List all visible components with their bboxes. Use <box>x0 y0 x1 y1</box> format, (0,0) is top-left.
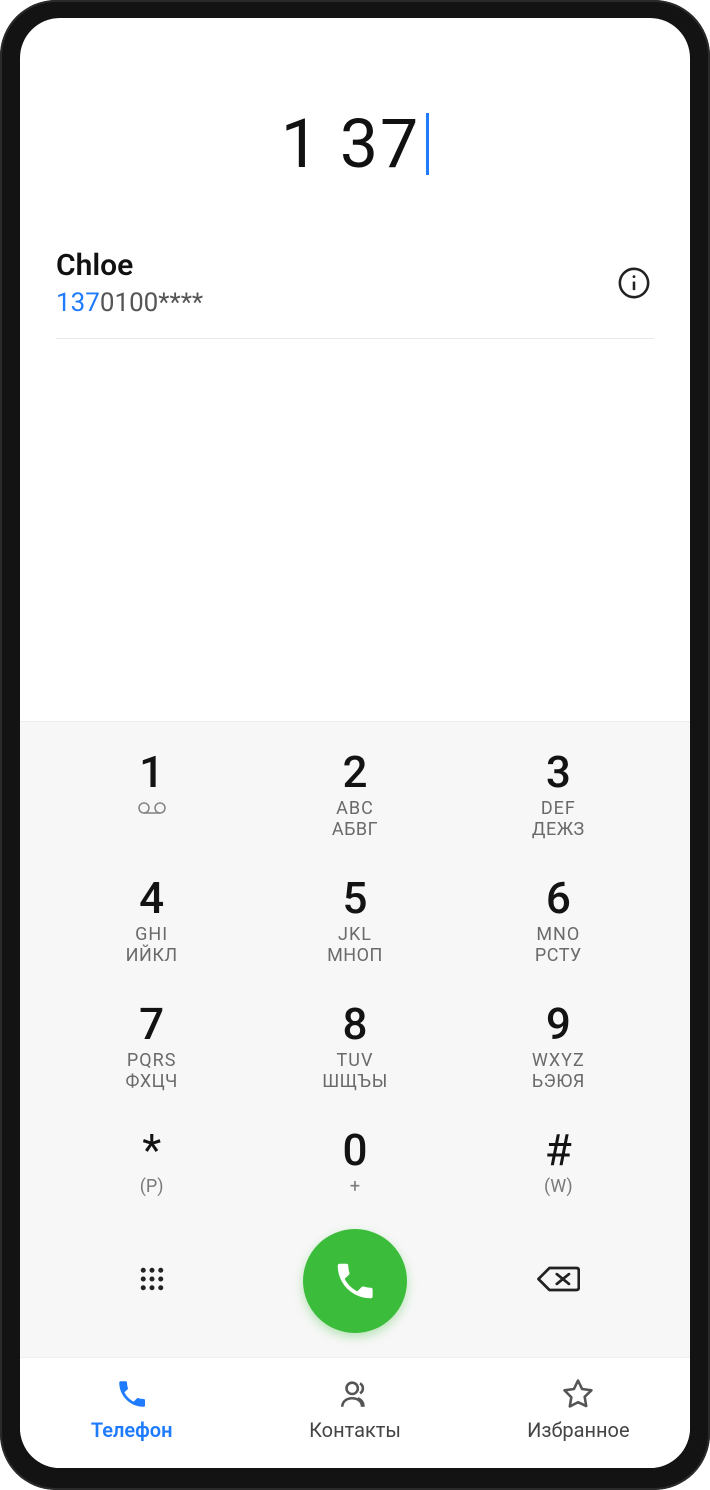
text-cursor <box>426 113 429 175</box>
call-button[interactable] <box>303 1229 407 1333</box>
nav-label-contacts: Контакты <box>309 1418 401 1442</box>
contact-name: Chloe <box>56 248 614 284</box>
bottom-navigation: Телефон Контакты <box>20 1357 690 1468</box>
nav-label-phone: Телефон <box>91 1418 173 1442</box>
dial-key-*[interactable]: * (P) <box>50 1110 253 1211</box>
dial-key-6[interactable]: 6 MNOРСТУ <box>457 858 660 980</box>
contact-suggestions: Chloe 1370100**** <box>20 204 690 339</box>
contact-number-match: 137 <box>56 288 100 318</box>
dial-key-sub2: АБВГ <box>253 819 456 840</box>
dial-key-sub1: (P) <box>50 1176 253 1197</box>
dial-key-digit: 6 <box>457 876 660 920</box>
contacts-icon <box>337 1376 373 1412</box>
nav-label-favorites: Избранное <box>527 1418 630 1442</box>
dial-key-sub1: WXYZ <box>457 1050 660 1071</box>
star-icon <box>560 1376 596 1412</box>
dial-key-sub1: GHI <box>50 924 253 945</box>
dial-key-sub1: JKL <box>253 924 456 945</box>
dial-key-sub2: РСТУ <box>457 945 660 966</box>
dial-key-sub2: ИЙКЛ <box>50 945 253 966</box>
dial-key-digit: 8 <box>253 1002 456 1046</box>
dial-key-digit: # <box>457 1128 660 1172</box>
keypad-action-row <box>50 1211 660 1357</box>
dialpad-grid-icon[interactable] <box>137 1264 167 1298</box>
contact-number: 1370100**** <box>56 288 614 318</box>
dial-key-sub1: ABC <box>253 798 456 819</box>
dial-key-digit: 4 <box>50 876 253 920</box>
dialed-number-area[interactable]: 1 37 <box>20 18 690 204</box>
dial-key-3[interactable]: 3 DEFДЕЖЗ <box>457 732 660 854</box>
nav-tab-favorites[interactable]: Избранное <box>467 1376 690 1442</box>
dial-key-sub1: (W) <box>457 1176 660 1197</box>
dial-key-0[interactable]: 0+ <box>253 1110 456 1211</box>
dial-keypad: 12 ABCАБВГ 3 DEFДЕЖЗ 4 GHIИЙКЛ 5 JKLМНОП 6 MNOРСТ… <box>20 721 690 1357</box>
dial-key-digit: 9 <box>457 1002 660 1046</box>
dial-key-digit: 5 <box>253 876 456 920</box>
dial-key-sub1: + <box>253 1176 456 1197</box>
nav-tab-phone[interactable]: Телефон <box>20 1376 243 1442</box>
dial-key-sub1: TUV <box>253 1050 456 1071</box>
dial-key-sub2: ДЕЖЗ <box>457 819 660 840</box>
dial-key-sub2: ЬЭЮЯ <box>457 1071 660 1092</box>
dial-key-8[interactable]: 8 TUVШЩЪЫ <box>253 984 456 1106</box>
screen: 1 37 Chloe 1370100**** <box>20 18 690 1468</box>
dial-key-digit: 3 <box>457 750 660 794</box>
dial-key-2[interactable]: 2 ABCАБВГ <box>253 732 456 854</box>
dial-key-#[interactable]: # (W) <box>457 1110 660 1211</box>
contact-suggestion-row[interactable]: Chloe 1370100**** <box>56 248 654 339</box>
dial-key-4[interactable]: 4 GHIИЙКЛ <box>50 858 253 980</box>
nav-tab-contacts[interactable]: Контакты <box>243 1376 466 1442</box>
voicemail-icon <box>138 800 166 819</box>
dial-key-sub1: DEF <box>457 798 660 819</box>
dialed-number: 1 37 <box>281 104 421 184</box>
info-icon[interactable] <box>614 263 654 303</box>
dial-key-9[interactable]: 9 WXYZЬЭЮЯ <box>457 984 660 1106</box>
dial-key-digit: 7 <box>50 1002 253 1046</box>
dial-key-7[interactable]: 7 PQRSФХЦЧ <box>50 984 253 1106</box>
dial-key-sub2: МНОП <box>253 945 456 966</box>
dial-key-sub2: ФХЦЧ <box>50 1071 253 1092</box>
dial-key-sub1: PQRS <box>50 1050 253 1071</box>
dial-key-sub2: ШЩЪЫ <box>253 1071 456 1092</box>
dial-key-digit: 0 <box>253 1128 456 1172</box>
contact-number-rest: 0100**** <box>100 288 203 318</box>
dial-key-digit: 1 <box>50 750 253 794</box>
phone-icon <box>114 1376 150 1412</box>
backspace-icon[interactable] <box>536 1263 580 1299</box>
dial-key-1[interactable]: 1 <box>50 732 253 854</box>
phone-frame: 1 37 Chloe 1370100**** <box>0 0 710 1490</box>
dial-key-5[interactable]: 5 JKLМНОП <box>253 858 456 980</box>
dial-key-digit: 2 <box>253 750 456 794</box>
dial-key-digit: * <box>50 1128 253 1172</box>
dial-key-sub1: MNO <box>457 924 660 945</box>
